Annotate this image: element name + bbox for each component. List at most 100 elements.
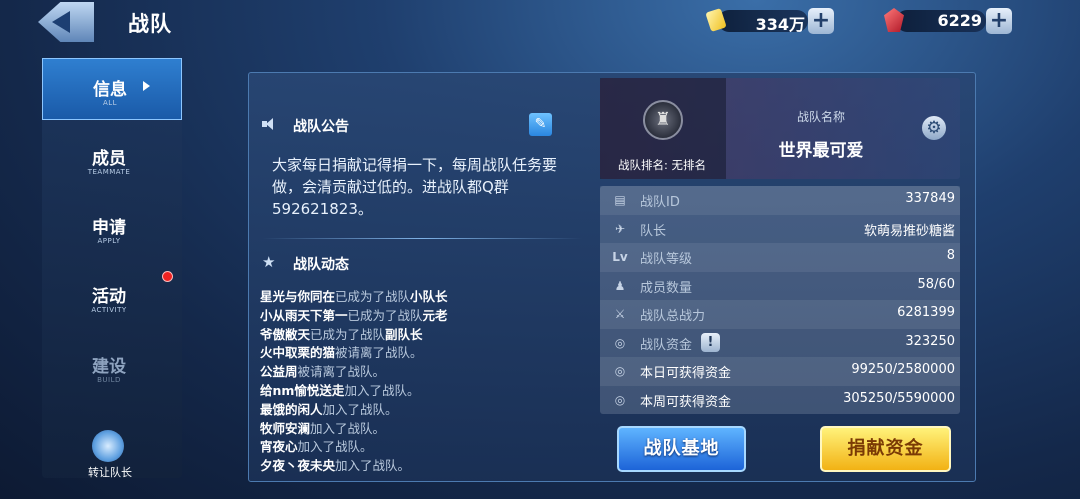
- level-icon: Lv: [612, 250, 628, 264]
- activity-feed: 星光与你同在已成为了战队小队长 小从雨天下第一已成为了战队元老 爷傲敝天已成为了…: [260, 288, 580, 476]
- stat-value: 323250: [905, 333, 955, 349]
- feed-action: 加入了战队。: [310, 420, 386, 436]
- stat-value: 305250/5590000: [843, 390, 955, 406]
- coins-icon: ◎: [614, 335, 626, 350]
- feed-player-name: 爷傲敝天: [260, 326, 311, 342]
- feed-heading: 战队动态: [293, 257, 349, 273]
- stat-row-captain: ✈ 队长 软萌易推砂糖酱: [600, 215, 960, 244]
- page-title: 战队: [128, 12, 172, 36]
- speaker-icon: [262, 117, 276, 131]
- sidebar-item-sublabel: ALL: [102, 99, 118, 107]
- sidebar-item-build[interactable]: 建设 BUILD: [42, 336, 182, 398]
- gold-value: 334万: [755, 15, 805, 34]
- sidebar-item-label: 建设: [92, 357, 126, 377]
- stat-value: 8: [946, 248, 955, 263]
- feed-role: 副队长: [385, 326, 423, 342]
- stat-label: 战队等级: [640, 252, 693, 267]
- stat-value: 软萌易推砂糖酱: [863, 223, 955, 239]
- add-gem-button[interactable]: +: [986, 8, 1012, 34]
- feed-item: 宵夜心加入了战队。: [260, 438, 580, 457]
- id-card-icon: ▤: [614, 193, 626, 207]
- sidebar-item-info[interactable]: 信息 ALL: [42, 58, 182, 120]
- star-icon: ★: [262, 253, 276, 271]
- stat-label: 本周可获得资金: [640, 394, 732, 410]
- back-button[interactable]: [38, 2, 94, 42]
- stat-value: 58/60: [917, 276, 955, 292]
- stat-label: 成员数量: [640, 280, 693, 296]
- feed-player-name: 星光与你同在: [260, 289, 336, 304]
- settings-gear-icon[interactable]: ⚙: [922, 116, 946, 140]
- donate-funds-button[interactable]: 捐献资金: [820, 426, 951, 472]
- team-rank: 战队排名: 无排名: [618, 158, 707, 172]
- add-gold-button[interactable]: +: [808, 8, 834, 34]
- stat-row-power: ⚔ 战队总战力 6281399: [600, 300, 960, 329]
- feed-player-name: 最饿的闲人: [260, 401, 323, 417]
- feed-item: 夕夜丶夜未央加入了战队。: [260, 457, 580, 476]
- coins-icon: ◎: [614, 392, 626, 407]
- gold-resource: 334万 +: [700, 8, 836, 34]
- feed-item: 火中取栗的猫被请离了战队。: [260, 344, 580, 363]
- back-arrow-icon: [52, 11, 70, 33]
- team-name: 世界最可爱: [778, 141, 864, 161]
- feed-player-name: 火中取栗的猫: [260, 345, 336, 361]
- feed-role: 元老: [422, 307, 448, 323]
- sidebar-item-apply[interactable]: 申请 APPLY: [42, 197, 182, 259]
- feed-action: 加入了战队。: [335, 458, 411, 474]
- feed-action: 被请离了战队。: [297, 364, 386, 380]
- stat-row-daily-funds: ◎ 本日可获得资金 99250/2580000: [600, 357, 960, 386]
- stat-value: 6281399: [897, 305, 955, 320]
- notification-dot: [162, 271, 173, 282]
- stat-value: 99250/2580000: [851, 362, 955, 377]
- team-card: ♜ 战队排名: 无排名 战队名称 世界最可爱 ⚙: [600, 78, 960, 179]
- sidebar-item-sublabel: ACTIVITY: [91, 306, 127, 314]
- transfer-icon: [92, 430, 124, 462]
- stat-label: 战队资金: [640, 337, 693, 353]
- stat-row-funds: ◎ 战队资金 ! 323250: [600, 329, 960, 358]
- funds-info-icon[interactable]: !: [701, 332, 720, 352]
- sidebar-item-label: 信息: [93, 80, 127, 100]
- feed-item: 给nm愉悦送走加入了战队。: [260, 382, 580, 401]
- members-icon: ♟: [614, 278, 626, 293]
- stat-row-weekly-funds: ◎ 本周可获得资金 305250/5590000: [600, 386, 960, 415]
- feed-role: 小队长: [410, 289, 448, 304]
- stat-label: 队长: [640, 223, 667, 239]
- feed-action: 加入了战队。: [344, 382, 420, 398]
- transfer-captain-label: 转让队长: [88, 466, 132, 479]
- gem-value: 6229: [937, 11, 982, 30]
- feed-player-name: 公益周: [260, 364, 298, 380]
- captain-wings-icon: ✈: [614, 221, 626, 236]
- feed-player-name: 牧师安澜: [260, 420, 311, 436]
- chevron-right-icon: [143, 81, 150, 91]
- sidebar-item-sublabel: APPLY: [97, 237, 121, 245]
- feed-action: 加入了战队。: [297, 439, 373, 455]
- gem-resource: 6229 +: [878, 8, 1014, 34]
- edit-announcement-button[interactable]: ✎: [529, 113, 552, 136]
- feed-action: 已成为了战队: [335, 289, 411, 304]
- team-base-button[interactable]: 战队基地: [617, 426, 746, 472]
- sidebar-item-activity[interactable]: 活动 ACTIVITY: [42, 266, 182, 328]
- sidebar-item-label: 成员: [92, 149, 126, 169]
- stat-row-id: ▤ 战队ID 337849: [600, 186, 960, 215]
- sidebar-item-sublabel: BUILD: [97, 376, 121, 384]
- feed-player-name: 宵夜心: [260, 439, 298, 455]
- sidebar-item-members[interactable]: 成员 TEAMMATE: [42, 128, 182, 190]
- stat-row-level: Lv 战队等级 8: [600, 243, 960, 272]
- sidebar-item-sublabel: TEAMMATE: [87, 168, 131, 176]
- feed-action: 已成为了战队: [347, 307, 423, 323]
- feed-item: 星光与你同在已成为了战队小队长: [260, 288, 580, 307]
- pencil-icon: ✎: [534, 116, 547, 132]
- team-emblem-icon: ♜: [643, 100, 683, 140]
- stat-value: 337849: [905, 191, 955, 206]
- team-stats: ▤ 战队ID 337849 ✈ 队长 软萌易推砂糖酱 Lv 战队等级 8 ♟ 成…: [600, 186, 960, 414]
- sidebar-item-label: 申请: [92, 218, 126, 238]
- top-bar: 战队 334万 + 6229 +: [0, 0, 1080, 44]
- feed-item: 公益周被请离了战队。: [260, 363, 580, 382]
- feed-player-name: 给nm愉悦送走: [260, 382, 345, 398]
- divider: [262, 238, 582, 239]
- feed-item: 小从雨天下第一已成为了战队元老: [260, 307, 580, 326]
- stat-label: 战队ID: [640, 195, 680, 210]
- stat-row-members: ♟ 成员数量 58/60: [600, 272, 960, 301]
- stat-label: 本日可获得资金: [640, 366, 732, 381]
- feed-player-name: 小从雨天下第一: [260, 307, 348, 323]
- power-icon: ⚔: [614, 307, 626, 321]
